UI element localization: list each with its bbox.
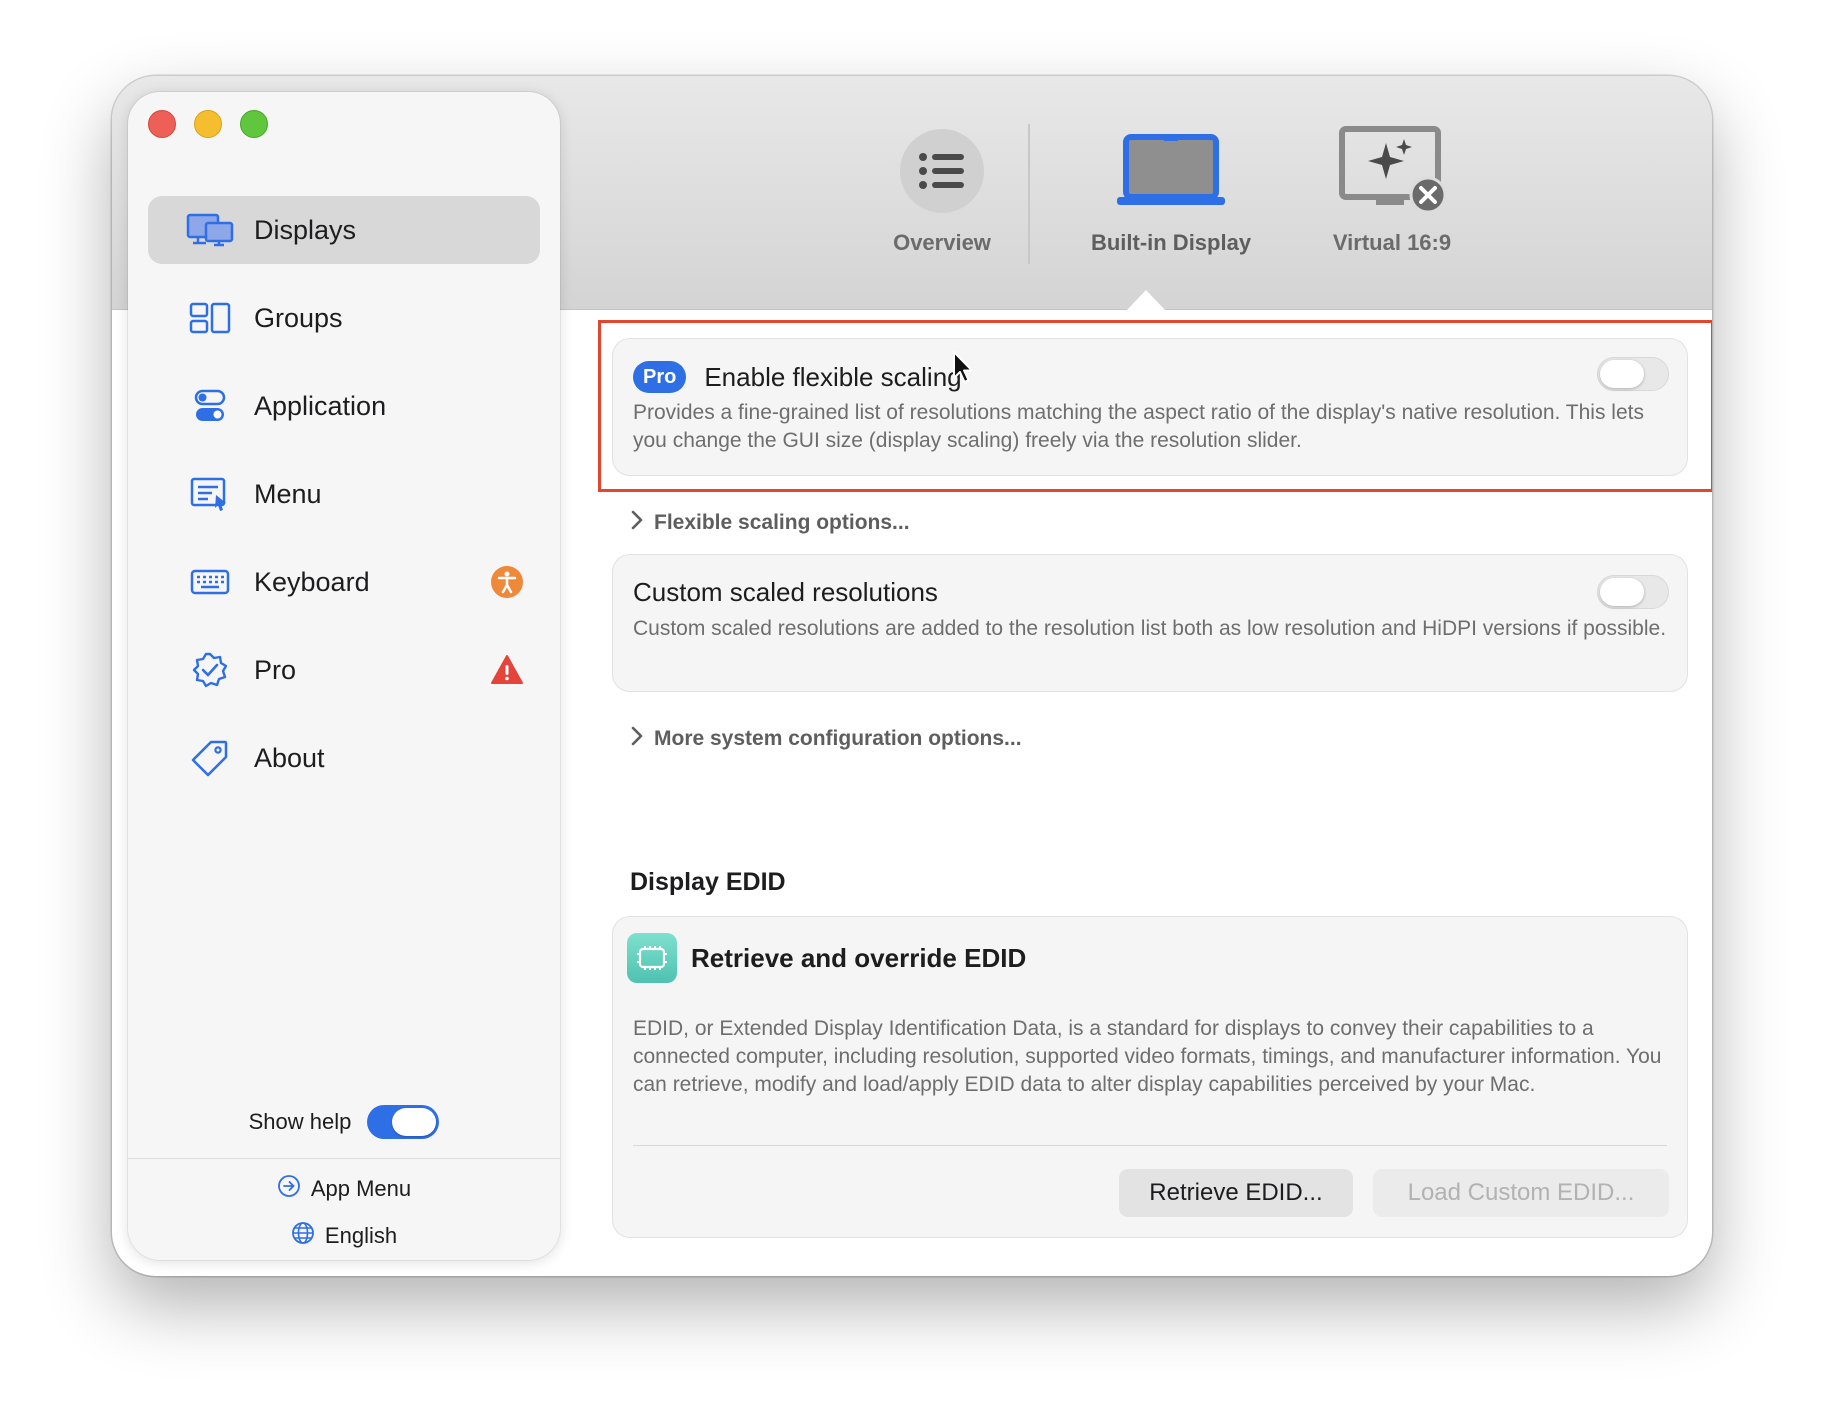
sidebar: Displays Groups Application Menu Keyboar… <box>128 92 560 1260</box>
groups-icon <box>186 298 234 338</box>
pro-badge: Pro <box>633 361 687 393</box>
arrow-right-circle-icon <box>277 1174 301 1204</box>
toggle-knob <box>1600 360 1644 388</box>
tab-virtual-16-9-label: Virtual 16:9 <box>1332 230 1452 255</box>
flexible-scaling-title: Enable flexible scaling <box>704 361 962 392</box>
show-help-row: Show help <box>128 1102 560 1142</box>
globe-icon <box>291 1221 315 1251</box>
section-title: Display EDID <box>630 868 786 896</box>
edid-header: Retrieve and override EDID <box>627 933 1026 983</box>
displays-icon <box>186 210 234 250</box>
disclosure-label: More system configuration options... <box>654 727 1022 750</box>
tab-built-in-display[interactable]: Built-in Display <box>1071 116 1271 256</box>
keyboard-icon <box>186 562 234 602</box>
show-help-toggle[interactable] <box>367 1105 440 1139</box>
sidebar-item-groups[interactable]: Groups <box>148 284 540 352</box>
active-tab-pointer <box>1126 290 1166 311</box>
custom-resolutions-toggle[interactable] <box>1597 575 1669 609</box>
tab-overview-label: Overview <box>893 230 991 255</box>
close-window-button[interactable] <box>148 110 176 138</box>
tab-overview[interactable]: Overview <box>842 116 1042 256</box>
tag-icon <box>186 738 234 778</box>
sidebar-item-label: Pro <box>254 654 297 685</box>
tab-virtual-16-9[interactable]: Virtual 16:9 <box>1292 116 1492 256</box>
sidebar-item-application[interactable]: Application <box>148 372 540 440</box>
flexible-scaling-description: Provides a fine-grained list of resoluti… <box>633 401 1644 452</box>
chip-icon <box>627 933 677 983</box>
edid-title: Retrieve and override EDID <box>691 942 1027 973</box>
minimize-window-button[interactable] <box>194 110 222 138</box>
warning-triangle-icon <box>490 653 524 687</box>
tab-built-in-display-label: Built-in Display <box>1090 230 1252 255</box>
virtual-display-icon <box>1292 116 1492 226</box>
language-link[interactable]: English <box>128 1219 560 1253</box>
edid-card: Retrieve and override EDID EDID, or Exte… <box>612 916 1688 1238</box>
custom-resolutions-description: Custom scaled resolutions are added to t… <box>633 617 1667 640</box>
more-options-disclosure[interactable]: More system configuration options... <box>630 726 1022 752</box>
sidebar-item-label: Menu <box>254 478 322 509</box>
edid-divider <box>633 1145 1667 1146</box>
pro-seal-icon <box>186 650 234 690</box>
application-toggles-icon <box>186 386 234 426</box>
app-menu-link[interactable]: App Menu <box>128 1172 560 1206</box>
sidebar-item-label: Keyboard <box>254 566 370 597</box>
main-content: Pro Enable flexible scaling Provides a f… <box>588 310 1712 1276</box>
flexible-scaling-toggle[interactable] <box>1597 357 1669 391</box>
load-custom-edid-button[interactable]: Load Custom EDID... <box>1373 1169 1669 1217</box>
sidebar-nav: Displays Groups Application Menu Keyboar… <box>148 196 540 812</box>
custom-resolutions-title: Custom scaled resolutions <box>633 577 938 607</box>
custom-resolutions-card: Custom scaled resolutions Custom scaled … <box>612 554 1688 692</box>
sidebar-item-label: About <box>254 742 325 773</box>
toggle-knob <box>392 1108 437 1136</box>
sidebar-item-displays[interactable]: Displays <box>148 196 540 264</box>
sidebar-item-pro[interactable]: Pro <box>148 636 540 704</box>
app-menu-label: App Menu <box>310 1176 412 1201</box>
flexible-scaling-options-disclosure[interactable]: Flexible scaling options... <box>630 510 910 536</box>
laptop-icon <box>1071 116 1271 226</box>
menu-icon <box>186 474 234 514</box>
list-icon <box>842 116 1042 226</box>
app-window: Overview Built-in Display Virtual 16:9 D… <box>112 76 1712 1276</box>
accessibility-badge-icon <box>490 565 524 599</box>
show-help-label: Show help <box>248 1109 352 1134</box>
sidebar-divider <box>128 1158 560 1159</box>
edid-description: EDID, or Extended Display Identification… <box>633 1017 1662 1096</box>
sidebar-item-about[interactable]: About <box>148 724 540 792</box>
disclosure-label: Flexible scaling options... <box>654 511 910 534</box>
sidebar-item-label: Application <box>254 390 387 421</box>
sidebar-item-keyboard[interactable]: Keyboard <box>148 548 540 616</box>
retrieve-edid-button[interactable]: Retrieve EDID... <box>1119 1169 1353 1217</box>
flexible-scaling-card: Pro Enable flexible scaling Provides a f… <box>612 338 1688 476</box>
sidebar-item-label: Groups <box>254 302 343 333</box>
chevron-right-icon <box>630 510 644 536</box>
sidebar-item-menu[interactable]: Menu <box>148 460 540 528</box>
zoom-window-button[interactable] <box>240 110 268 138</box>
mouse-pointer-icon <box>952 350 974 386</box>
language-label: English <box>324 1223 398 1248</box>
flexible-scaling-title-row: Pro Enable flexible scaling <box>633 361 962 393</box>
chevron-right-icon <box>630 726 644 752</box>
sidebar-item-label: Displays <box>254 214 357 245</box>
toggle-knob <box>1600 578 1644 606</box>
